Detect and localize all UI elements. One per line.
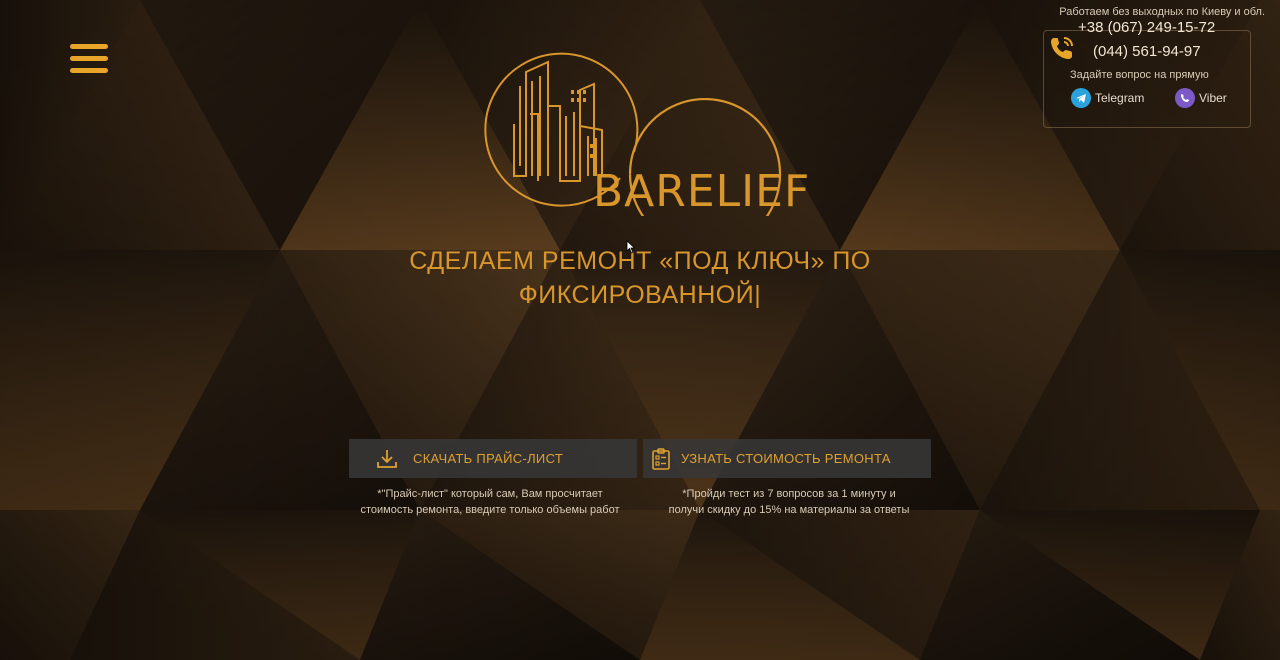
download-price-list-button[interactable]: СКАЧАТЬ ПРАЙС-ЛИСТ [349,439,637,478]
hamburger-menu-icon[interactable] [70,44,108,74]
telegram-link[interactable]: Telegram [1071,88,1144,108]
download-price-list-label: СКАЧАТЬ ПРАЙС-ЛИСТ [413,451,564,466]
phone-number-1[interactable]: +38 (067) 249-15-72 [1078,19,1215,36]
menu-bar [70,56,108,61]
headline-line-1: СДЕЛАЕМ РЕМОНТ «ПОД КЛЮЧ» ПО [409,247,871,275]
mouse-cursor-icon [626,240,636,254]
telegram-label: Telegram [1095,91,1145,105]
menu-bar [70,44,108,49]
download-icon [377,449,397,468]
telegram-icon [1071,88,1091,108]
ask-question-label: Задайте вопрос на прямую [1070,69,1209,81]
phone-number-2[interactable]: (044) 561-94-97 [1093,43,1201,60]
find-repair-cost-button[interactable]: УЗНАТЬ СТОИМОСТЬ РЕМОНТА [643,439,931,478]
hero-headline: СДЕЛАЕМ РЕМОНТ «ПОД КЛЮЧ» ПО ФИКСИРОВАНН… [360,244,920,312]
menu-bar [70,68,108,73]
viber-label: Viber [1199,91,1227,105]
find-repair-cost-label: УЗНАТЬ СТОИМОСТЬ РЕМОНТА [681,451,891,466]
checklist-icon [652,447,670,470]
viber-icon [1175,88,1195,108]
phone-icon [1051,37,1073,59]
work-hours-text: Работаем без выходных по Киеву и обл. [1059,6,1265,18]
headline-line-2: ФИКСИРОВАННОЙ| [518,281,762,309]
cost-quiz-note: *Пройди тест из 7 вопросов за 1 минуту и… [668,488,910,516]
brand-logo-text: BARELIEF [593,166,811,217]
price-list-note: *"Прайс-лист" который сам, Вам просчитае… [360,488,620,516]
viber-link[interactable]: Viber [1175,88,1227,108]
